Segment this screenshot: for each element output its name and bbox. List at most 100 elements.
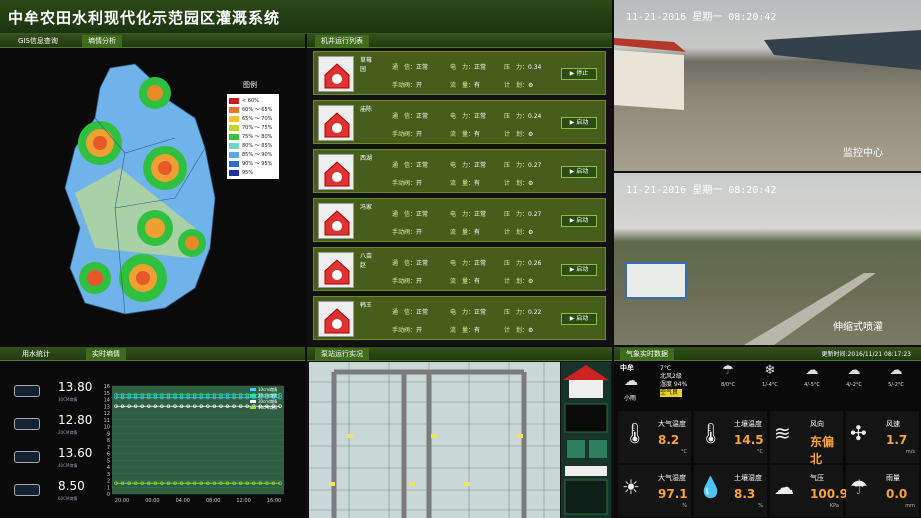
legend-label: 90% ～ 95% [242,161,273,167]
weather-cell: ☁ 气压 100.9 KPa [770,465,848,517]
legend-row: 95% [229,168,277,177]
meter-value: 13.60 [58,446,93,460]
tab-moisture-analysis[interactable]: 墒情分析 [82,35,122,47]
legend-swatch [250,388,256,391]
valve-label: 手动阀： [392,131,417,138]
flow-label: 流 量： [450,278,475,285]
gear-icon[interactable]: ⚙ [528,327,533,334]
pressure-label: 压 力： [504,113,529,120]
comm-value: 正常 [416,309,429,316]
metric-label: 土壤湿度 [734,474,762,482]
cam2-label: 伸缩式喷灌 [833,322,883,333]
pump-toggle-button[interactable]: ▶ 启动 [561,215,597,227]
metric-icon: ☀ [622,475,640,499]
pressure-value: 0.27 [528,211,542,218]
power-label: 电 力： [450,64,475,71]
comm-value: 正常 [416,162,429,169]
moisture-map[interactable] [55,58,220,316]
metric-value: 97.1 [658,487,688,501]
pump-toggle-button[interactable]: ▶ 启动 [561,117,597,129]
weather-cell: 🌡 大气温度 8.2 °C [618,411,691,463]
legend-row: < 60% [229,96,277,105]
metric-icon: ☂ [850,475,868,499]
legend-row: 65% ～ 70% [229,114,277,123]
legend-label: 95% [242,169,254,176]
moisture-meter: 8.50 60CM墒情 [10,476,90,504]
forecast-day: ☁ 5/-2°C [876,363,916,403]
tab-realtime-moisture[interactable]: 实时墒情 [86,348,126,360]
metric-label: 风向 [810,420,824,428]
gear-icon[interactable]: ⚙ [528,229,533,236]
tab-gis-query[interactable]: GIS信息查询 [12,35,64,47]
x-tick-label: 12:00 [236,498,250,502]
forecast-temp: 4/-5°C [804,382,820,388]
sensor-icon [14,484,40,496]
comm-value: 正常 [416,64,429,71]
comm-label: 通 信： [392,64,417,71]
metric-value: 8.3 [734,487,756,501]
plan-label: 计 划： [504,278,529,285]
legend-row: 70% ～ 75% [229,123,277,132]
moisture-meter: 12.80 20CM墒情 [10,410,92,438]
comm-value: 正常 [416,211,429,218]
moisture-chart[interactable]: 01234567891011121314151620:00 00:00 04:00 0… [100,372,292,502]
flow-value: 有 [474,82,481,89]
current-humidity: 湿度 94% [660,381,688,388]
app-title: 中牟农田水利现代化示范园区灌溉系统 [8,9,281,27]
legend-label: < 60% [242,97,259,104]
pump-row: 庙陈通 信：正常电 力：正常压 力：0.24 手动阀：开流 量：有计 划：⚙ ▶ 启… [313,100,606,144]
metric-icon: 🌡 [622,421,648,445]
pump-row: 冯家通 信：正常电 力：正常压 力：0.27 手动阀：开流 量：有计 划：⚙ ▶ 启… [313,198,606,242]
pressure-value: 0.27 [528,162,542,169]
plan-label: 计 划： [504,82,529,89]
weather-icon: ☁ [847,363,861,378]
legend-row: 80% ～ 85% [229,141,277,150]
gear-icon[interactable]: ⚙ [528,278,533,285]
pump-toggle-button[interactable]: ▶ 停止 [561,68,597,80]
metric-icon: ☁ [774,475,794,499]
metric-label: 大气温度 [658,420,686,428]
y-tick-label: 14 [104,398,110,404]
pump-toggle-button[interactable]: ▶ 启动 [561,166,597,178]
title-bar: 中牟农田水利现代化示范园区灌溉系统 [0,0,612,34]
x-tick-label: 04:00 [176,498,190,502]
flow-label: 流 量： [450,327,475,334]
legend-label: 70% ～ 75% [242,125,273,131]
power-value: 正常 [474,113,487,120]
pump-name: 西湖 [360,155,373,162]
pump-toggle-button[interactable]: ▶ 启动 [561,264,597,276]
pump-toggle-button[interactable]: ▶ 启动 [561,313,597,325]
weather-icon: ☁ [889,363,903,378]
pump-row: 八亩赵通 信：正常电 力：正常压 力：0.26 手动阀：开流 量：有计 划：⚙ ▶ … [313,247,606,291]
pump-toggle-label: 启动 [576,168,589,175]
metric-value: 100.9 [810,487,848,501]
gear-icon[interactable]: ⚙ [528,82,533,89]
pressure-label: 压 力： [504,309,529,316]
camera-feed-2[interactable]: 11-21-2016 星期一 08:20:42 伸缩式喷灌 [614,173,921,345]
legend-row: 75% ～ 80% [229,132,277,141]
forecast-temp: 5/-2°C [888,382,904,388]
metric-unit: °C [757,449,763,455]
plan-label: 计 划： [504,327,529,334]
legend-label: 65% ～ 70% [242,116,273,122]
gear-icon[interactable]: ⚙ [528,180,533,187]
plan-label: 计 划： [504,229,529,236]
meter-label: 20CM墒情 [58,430,78,435]
pump-house-icon [318,203,354,239]
metric-label: 大气湿度 [658,474,686,482]
tab-water-stats[interactable]: 用水统计 [16,348,56,360]
legend-swatch [250,400,256,403]
power-value: 正常 [474,260,487,267]
gear-icon[interactable]: ⚙ [528,131,533,138]
cloud-icon: ☁ [624,373,638,389]
y-tick-label: 1 [107,485,110,491]
legend-swatch [229,124,239,131]
current-weather: 中牟 ☁ 小雨 7°C 北风2级 湿度 94% 空气良 [620,363,687,405]
flow-label: 流 量： [450,82,475,89]
metric-label: 雨量 [886,474,900,482]
pump-station-diagram[interactable] [309,362,560,518]
legend-swatch [250,406,256,409]
flow-value: 有 [474,327,481,334]
comm-value: 正常 [416,113,429,120]
camera-feed-1[interactable]: 11-21-2016 星期一 08:20:42 监控中心 [614,0,921,171]
